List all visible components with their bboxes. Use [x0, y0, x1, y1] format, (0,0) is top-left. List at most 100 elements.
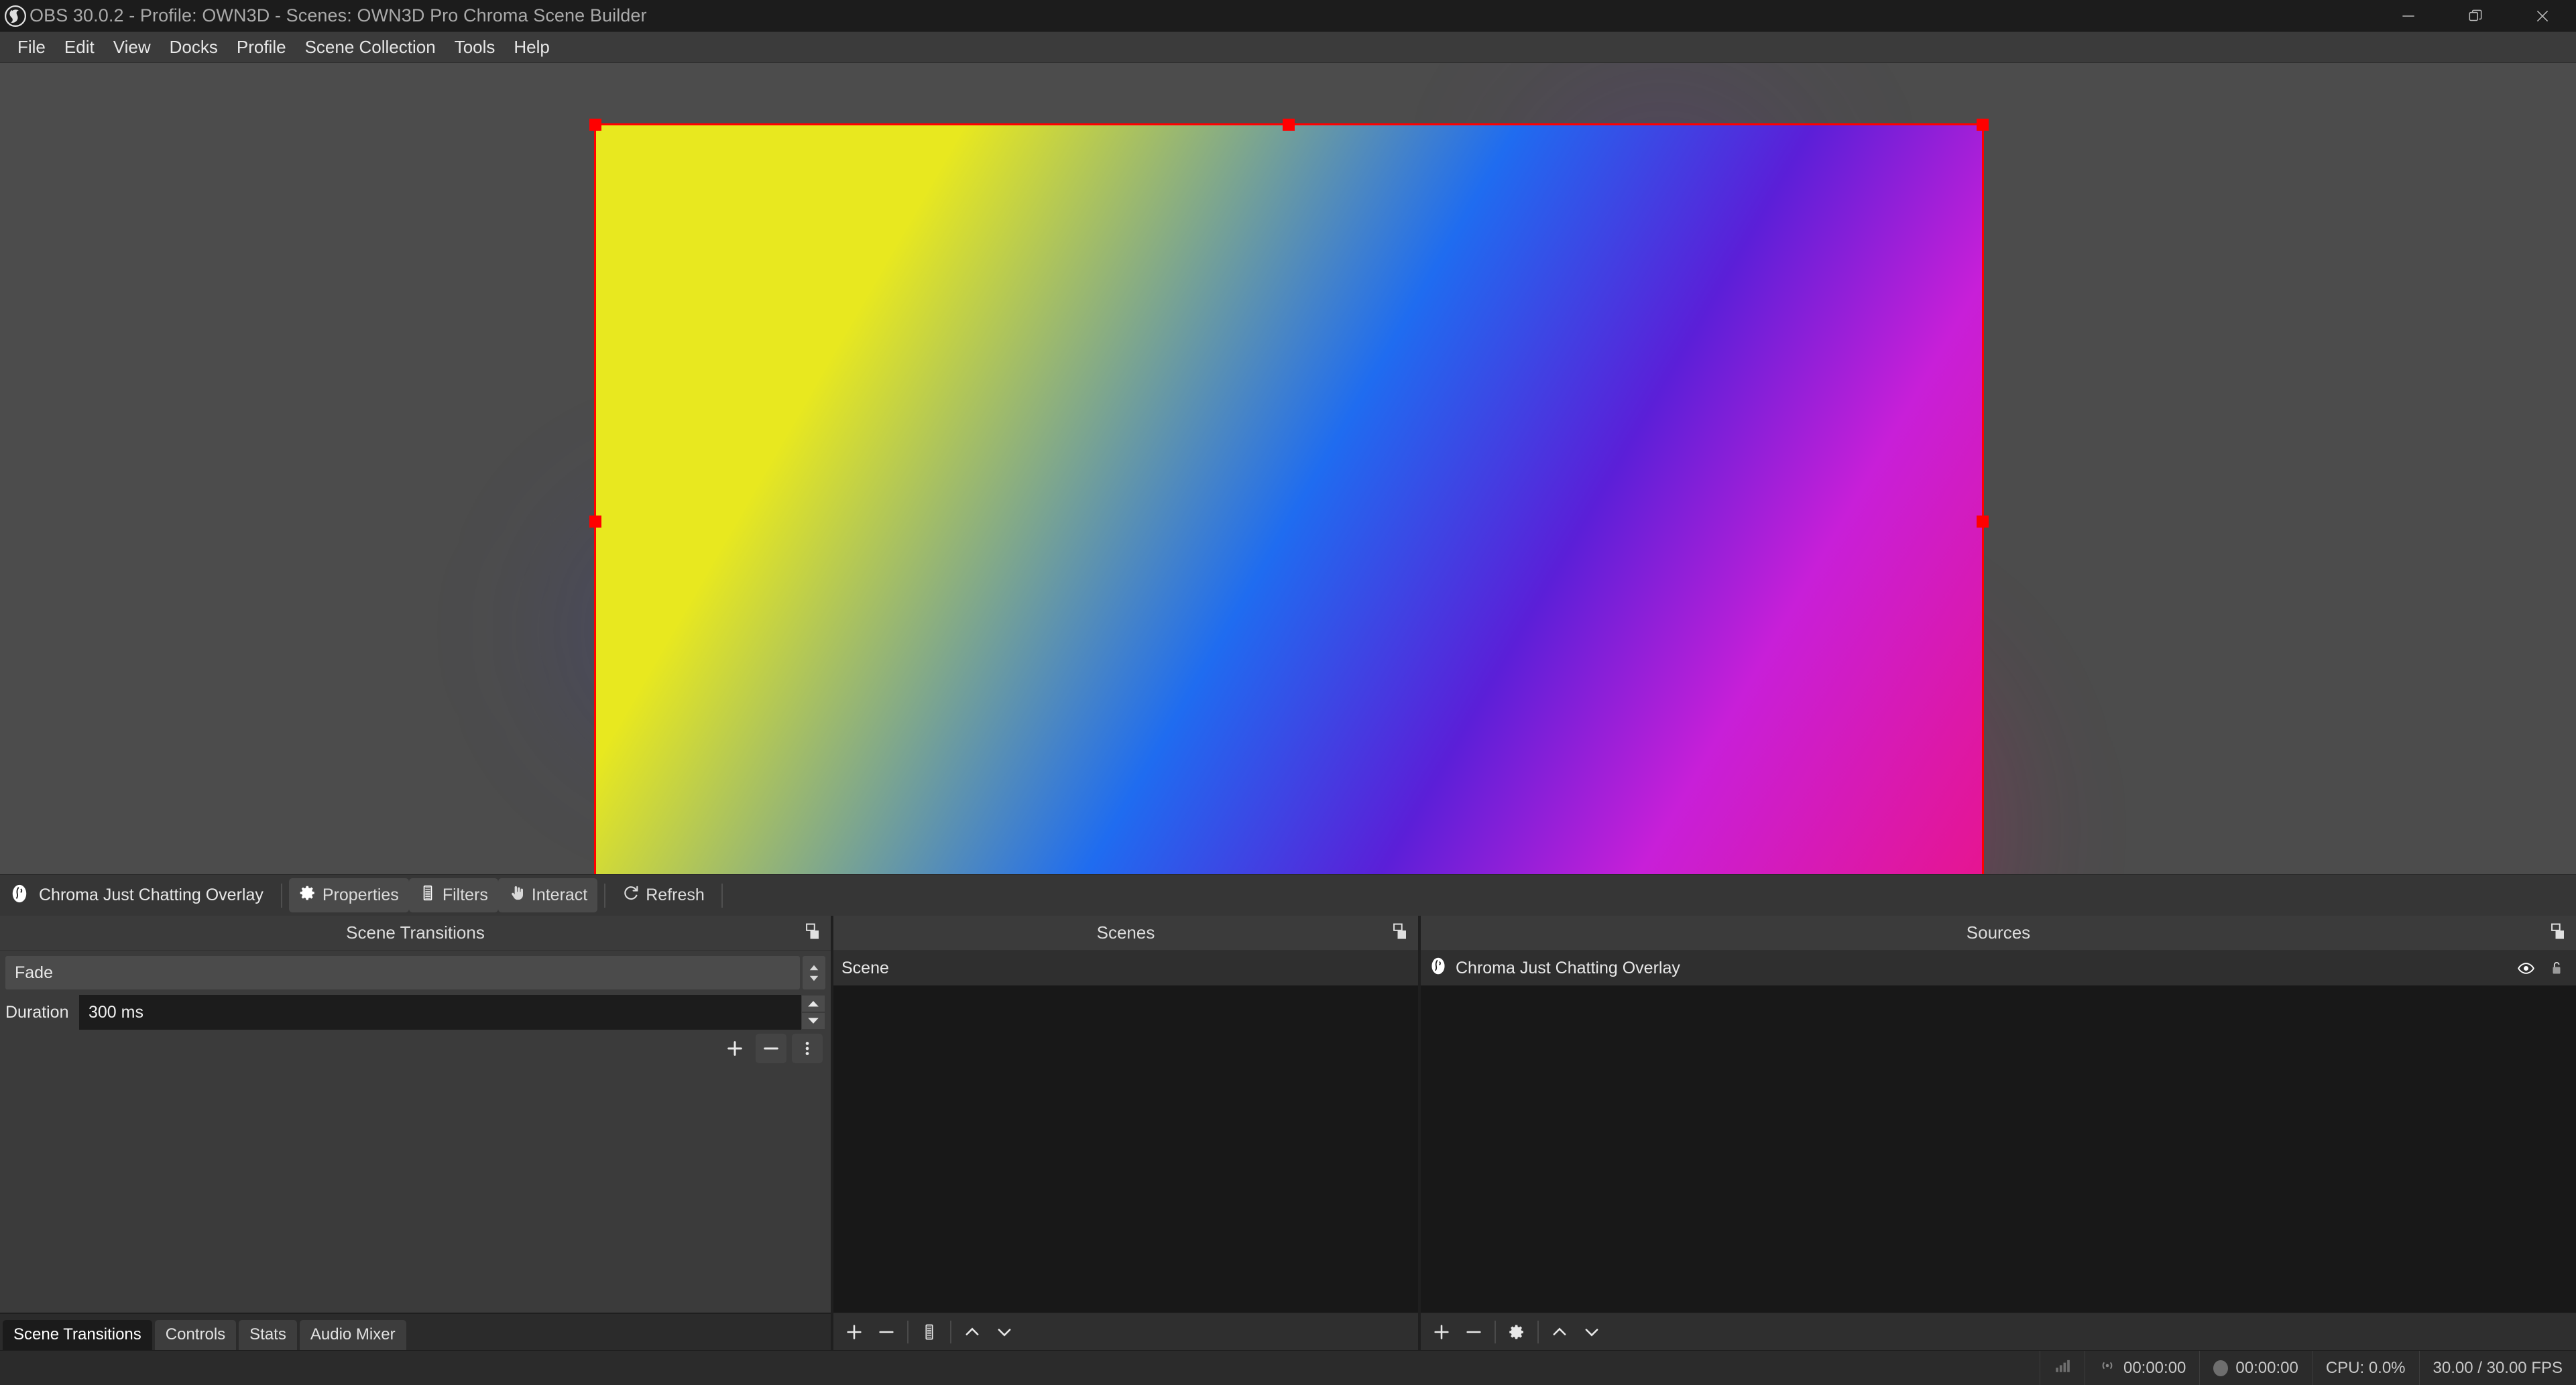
list-item[interactable]: Chroma Just Chatting Overlay: [1421, 951, 2576, 985]
own3d-play-icon: [1581, 517, 1613, 549]
own3d-play-icon: [1581, 575, 1613, 607]
livechat-widget: LIVECHAT OWN3D Connected! OWN3D Joined #…: [1557, 174, 1909, 630]
add-transition-button[interactable]: [719, 1034, 750, 1063]
diamond-icon: [1513, 864, 1541, 874]
minimize-button[interactable]: [2375, 0, 2442, 32]
tab-audio-mixer[interactable]: Audio Mixer: [300, 1320, 406, 1350]
source-name-label: Chroma Just Chatting Overlay: [39, 886, 264, 905]
close-button[interactable]: [2509, 0, 2576, 32]
sources-header: Sources: [1421, 916, 2576, 951]
menu-item-view[interactable]: View: [104, 34, 160, 61]
duration-stepper[interactable]: [801, 995, 825, 1030]
preview-area[interactable]: LIVECHAT OWN3D Connected! OWN3D Joined #…: [0, 63, 2576, 874]
heart-icon: [1518, 787, 1543, 812]
menu-bar: File Edit View Docks Profile Scene Colle…: [0, 32, 2576, 63]
tab-controls[interactable]: Controls: [155, 1320, 236, 1350]
source-properties-button[interactable]: [1501, 1317, 1532, 1347]
signal-bars-icon: [2054, 1357, 2071, 1379]
neon-arc-icon: [658, 776, 698, 816]
latest-cheer-pill: LATEST CHEER: [1499, 856, 1816, 874]
transition-menu-button[interactable]: [792, 1034, 823, 1063]
scene-filters-button[interactable]: [914, 1317, 945, 1347]
remove-transition-button[interactable]: [756, 1034, 786, 1063]
source-name-label: Chroma Just Chatting Overlay: [1456, 959, 2506, 978]
pill-line-2: FOLLOWER: [1555, 800, 1633, 812]
pill-line-1: LATEST: [1555, 787, 1633, 800]
pill-line-1: LATEST: [1162, 865, 1237, 874]
undock-icon[interactable]: [2549, 922, 2568, 941]
scene-transitions-dock: Scene Transitions Fade Duration 300 ms: [0, 916, 833, 1350]
dock-title: Scene Transitions: [346, 922, 485, 943]
transition-type-row: Fade: [5, 956, 825, 989]
transition-select[interactable]: Fade: [5, 956, 800, 989]
refresh-icon: [622, 884, 640, 906]
eye-icon[interactable]: [2514, 959, 2537, 977]
remove-source-button[interactable]: [1458, 1317, 1489, 1347]
window-controls: [2375, 0, 2576, 32]
footer-separator: [1537, 1321, 1539, 1343]
filters-icon: [419, 884, 436, 906]
scenes-footer: [833, 1313, 1418, 1350]
duration-input[interactable]: 300 ms: [79, 995, 801, 1030]
menu-item-edit[interactable]: Edit: [55, 34, 104, 61]
tab-stats[interactable]: Stats: [239, 1320, 297, 1350]
remove-scene-button[interactable]: [871, 1317, 902, 1347]
restore-button[interactable]: [2442, 0, 2509, 32]
pill-line-1: LATEST: [1173, 787, 1263, 800]
menu-item-tools[interactable]: Tools: [445, 34, 505, 61]
preview-canvas[interactable]: LIVECHAT OWN3D Connected! OWN3D Joined #…: [597, 126, 1981, 874]
duration-decrement-button[interactable]: [801, 1012, 825, 1030]
filters-button-label: Filters: [443, 886, 488, 905]
menu-item-profile[interactable]: Profile: [227, 34, 296, 61]
menu-item-scene-collection[interactable]: Scene Collection: [296, 34, 445, 61]
menu-item-file[interactable]: File: [8, 34, 55, 61]
footer-separator: [1495, 1321, 1496, 1343]
filters-button[interactable]: Filters: [409, 878, 498, 912]
main-capture-frame: [647, 173, 1511, 662]
interact-button[interactable]: Interact: [498, 878, 597, 912]
interact-button-label: Interact: [532, 886, 587, 905]
unlock-icon[interactable]: [2545, 959, 2568, 977]
duration-increment-button[interactable]: [801, 995, 825, 1012]
move-source-down-button[interactable]: [1576, 1317, 1607, 1347]
dock-title: Scenes: [1097, 922, 1155, 943]
window-title: OBS 30.0.2 - Profile: OWN3D - Scenes: OW…: [30, 5, 647, 26]
browser-source-icon: [1429, 957, 1448, 980]
menu-item-help[interactable]: Help: [504, 34, 559, 61]
refresh-button-label: Refresh: [646, 886, 705, 905]
transition-select-stepper[interactable]: [803, 956, 825, 989]
dock-row: Scene Transitions Fade Duration 300 ms: [0, 916, 2576, 1350]
record-dot-icon: [2213, 1360, 2228, 1376]
neon-edge-decoration: [1049, 731, 1052, 812]
move-source-up-button[interactable]: [1544, 1317, 1575, 1347]
move-scene-down-button[interactable]: [989, 1317, 1020, 1347]
footer-separator: [907, 1321, 909, 1343]
latest-follower-pill: LATEST FOLLOWER: [1499, 778, 1816, 822]
secondary-capture-frame: [670, 674, 1049, 874]
menu-item-docks[interactable]: Docks: [160, 34, 227, 61]
stream-time-cell: 00:00:00: [2085, 1351, 2199, 1385]
hand-icon: [508, 884, 526, 906]
scenes-list[interactable]: Scene: [833, 951, 1418, 1313]
add-source-button[interactable]: [1426, 1317, 1457, 1347]
refresh-button[interactable]: Refresh: [612, 878, 715, 912]
pill-line-2: SUBSCRIBER: [1173, 800, 1263, 812]
list-item: OWN3D Joined #own3dtv_: [1570, 566, 1895, 615]
move-scene-up-button[interactable]: [957, 1317, 988, 1347]
sources-list[interactable]: Chroma Just Chatting Overlay: [1421, 951, 2576, 1313]
properties-button[interactable]: Properties: [289, 878, 409, 912]
pill-line-1: LATEST: [1549, 865, 1602, 874]
properties-button-label: Properties: [323, 886, 399, 905]
neon-arc-icon: [807, 869, 847, 874]
list-item[interactable]: Scene: [833, 951, 1418, 985]
livechat-loading-spinner: [1670, 359, 1796, 485]
tab-scene-transitions[interactable]: Scene Transitions: [3, 1320, 152, 1350]
add-scene-button[interactable]: [839, 1317, 870, 1347]
gear-icon: [299, 884, 316, 906]
undock-icon[interactable]: [804, 922, 823, 941]
undock-icon[interactable]: [1391, 922, 1410, 941]
browser-source-icon: [9, 884, 30, 907]
title-bar: OBS 30.0.2 - Profile: OWN3D - Scenes: OW…: [0, 0, 2576, 32]
message-author: OWN3D: [1625, 525, 1683, 542]
message-author: OWN3D: [1625, 583, 1683, 599]
